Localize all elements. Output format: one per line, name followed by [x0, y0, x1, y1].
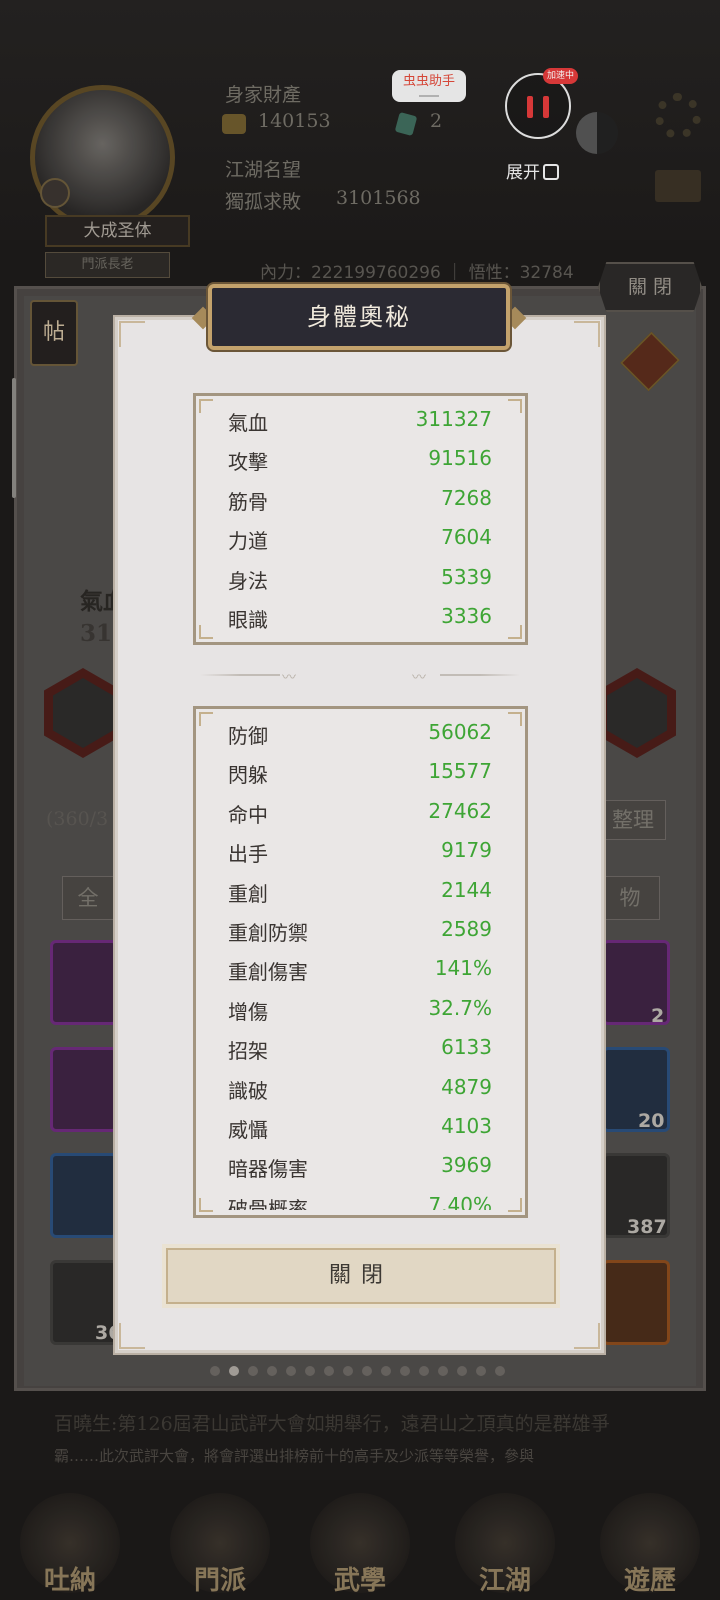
stat-value: 5339	[441, 564, 492, 589]
stat-row: 身法 5339	[196, 559, 525, 598]
stat-value: 15577	[428, 759, 492, 784]
stat-value: 32.7%	[428, 995, 492, 1020]
stat-row: 識破 4879	[196, 1069, 525, 1108]
divider-ornament: 〰	[282, 670, 296, 686]
stat-value: 141%	[434, 956, 492, 981]
corner-ornament	[119, 321, 145, 347]
stat-row: 增傷 32.7%	[196, 990, 525, 1029]
corner-ornament	[508, 1198, 522, 1212]
base-stats-box: 氣血 311327 攻擊 91516 筋骨 7268 力道 7604 身法 5339 眼識 3336	[193, 393, 528, 645]
stat-row: 氣血 311327	[196, 401, 525, 440]
stat-row: 筋骨 7268	[196, 480, 525, 519]
stat-value: 3969	[441, 1153, 492, 1178]
corner-ornament	[119, 1323, 145, 1349]
stat-name: 破骨概率	[228, 1196, 308, 1210]
stat-name: 身法	[228, 568, 268, 593]
stat-value: 3336	[441, 603, 492, 628]
stat-value: 91516	[428, 446, 492, 471]
corner-ornament	[574, 321, 600, 347]
stat-value: 2144	[441, 877, 492, 902]
stat-value: 27462	[428, 798, 492, 823]
stat-name: 攻擊	[228, 450, 268, 475]
stat-name: 閃躲	[228, 763, 268, 788]
stat-row: 破骨概率 7.40%	[196, 1187, 525, 1210]
divider-ornament: 〰	[412, 670, 426, 686]
modal-title: 身體奧秘	[208, 284, 510, 350]
stat-name: 防御	[228, 724, 268, 748]
stat-row: 力道 7604	[196, 519, 525, 558]
stat-name: 出手	[228, 842, 268, 867]
stat-row: 重創傷害 141%	[196, 950, 525, 989]
stat-value: 4103	[441, 1113, 492, 1138]
stat-row: 眼識 3336	[196, 598, 525, 637]
stat-value: 6133	[441, 1035, 492, 1060]
base-stats-list: 氣血 311327 攻擊 91516 筋骨 7268 力道 7604 身法 5339 眼識 3336	[196, 401, 525, 637]
stat-name: 筋骨	[228, 489, 268, 514]
stat-row: 重創防禦 2589	[196, 911, 525, 950]
divider-line	[200, 674, 280, 676]
stat-name: 力道	[228, 529, 268, 554]
stat-value: 2589	[441, 916, 492, 941]
combat-stats-list[interactable]: 防御 56062 閃躲 15577 命中 27462 出手 9179 重創 2144 重創防禦 258…	[196, 714, 525, 1210]
stat-row: 招架 6133	[196, 1029, 525, 1068]
stat-name: 重創防禦	[228, 920, 308, 945]
stat-value: 311327	[415, 407, 492, 431]
stat-name: 重創	[228, 881, 268, 906]
combat-stats-box[interactable]: 防御 56062 閃躲 15577 命中 27462 出手 9179 重創 2144 重創防禦 258…	[193, 706, 528, 1218]
divider-line	[440, 674, 520, 676]
corner-ornament	[199, 1198, 213, 1212]
stat-row: 出手 9179	[196, 832, 525, 871]
modal-close-button[interactable]: 關閉	[166, 1248, 556, 1304]
stat-row: 攻擊 91516	[196, 440, 525, 479]
stat-row: 威懾 4103	[196, 1108, 525, 1147]
stat-name: 增傷	[228, 999, 268, 1024]
corner-ornament	[574, 1323, 600, 1349]
stat-value: 7.40%	[428, 1192, 492, 1210]
stat-name: 眼識	[228, 607, 268, 632]
stat-row: 重創 2144	[196, 872, 525, 911]
stat-value: 9179	[441, 838, 492, 863]
stat-row: 閃躲 15577	[196, 753, 525, 792]
stat-row: 命中 27462	[196, 793, 525, 832]
stat-name: 暗器傷害	[228, 1157, 308, 1182]
stat-name: 重創傷害	[228, 960, 308, 985]
stat-name: 威懾	[228, 1117, 268, 1142]
stat-value: 4879	[441, 1074, 492, 1099]
stat-value: 56062	[428, 720, 492, 744]
stat-value: 7604	[441, 525, 492, 550]
stat-name: 識破	[228, 1078, 268, 1103]
stat-name: 招架	[228, 1039, 268, 1064]
stat-row: 暗器傷害 3969	[196, 1147, 525, 1186]
stat-name: 命中	[228, 802, 268, 827]
stat-name: 氣血	[228, 411, 268, 435]
stat-value: 7268	[441, 485, 492, 510]
stat-row: 防御 56062	[196, 714, 525, 753]
